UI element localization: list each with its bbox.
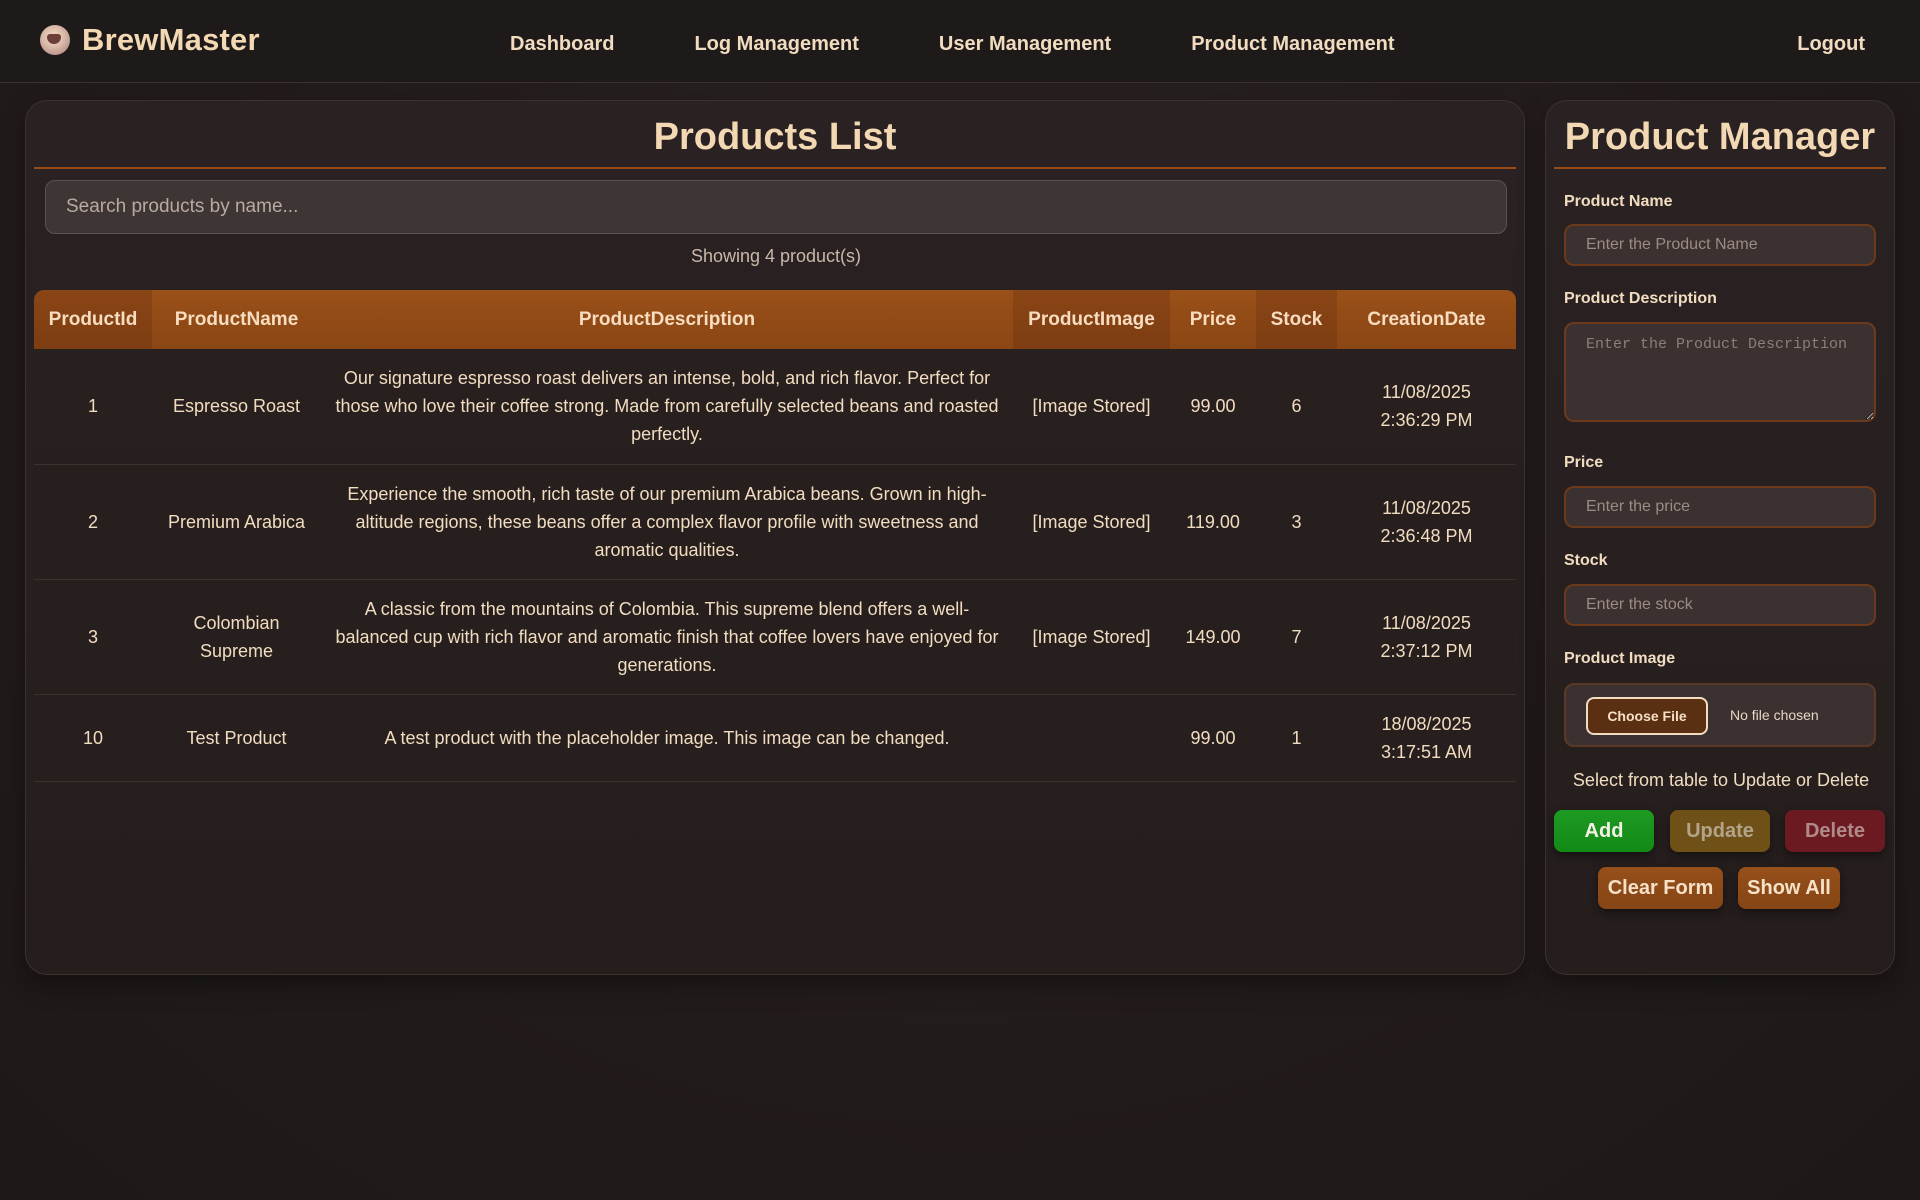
products-list-panel: Products List Showing 4 product(s) Produ… [25, 100, 1525, 975]
table-row[interactable]: 3 Colombian Supreme A classic from the m… [34, 579, 1516, 695]
nav-links: Dashboard Log Management User Management… [510, 33, 1395, 56]
cell-name: Colombian Supreme [152, 579, 321, 695]
coffee-cup-icon [40, 25, 70, 55]
cell-name: Test Product [152, 694, 321, 782]
cell-creation-date: 11/08/2025 2:36:48 PM [1337, 464, 1516, 580]
product-image-label: Product Image [1564, 650, 1676, 667]
cell-description: Our signature espresso roast delivers an… [321, 349, 1013, 465]
brand[interactable]: BrewMaster [40, 22, 260, 58]
show-all-button[interactable]: Show All [1738, 867, 1840, 909]
cell-time: 3:17:51 AM [1380, 741, 1473, 762]
cell-date: 11/08/2025 [1382, 612, 1471, 633]
cell-image [1013, 694, 1170, 782]
col-header-price[interactable]: Price [1170, 290, 1256, 349]
cell-creation-date: 18/08/2025 3:17:51 AM [1337, 694, 1516, 782]
col-header-creationdate[interactable]: CreationDate [1337, 290, 1516, 349]
cell-stock: 6 [1256, 349, 1337, 465]
cell-price: 149.00 [1170, 579, 1256, 695]
price-input[interactable] [1564, 486, 1876, 528]
cell-date: 11/08/2025 [1382, 497, 1471, 518]
table-row[interactable]: 10 Test Product A test product with the … [34, 694, 1516, 782]
logout-link[interactable]: Logout [1797, 33, 1865, 56]
cell-description: A test product with the placeholder imag… [321, 694, 1013, 782]
top-navbar: BrewMaster Dashboard Log Management User… [0, 0, 1920, 83]
nav-user-management[interactable]: User Management [939, 33, 1111, 56]
cell-date: 11/08/2025 [1382, 382, 1471, 403]
cell-image: [Image Stored] [1013, 464, 1170, 580]
stock-input[interactable] [1564, 584, 1876, 626]
cell-stock: 7 [1256, 579, 1337, 695]
table-row[interactable]: 1 Espresso Roast Our signature espresso … [34, 349, 1516, 465]
cell-image: [Image Stored] [1013, 349, 1170, 465]
cell-id: 10 [34, 694, 152, 782]
showing-count: Showing 4 product(s) [690, 246, 862, 266]
cell-image: [Image Stored] [1013, 579, 1170, 695]
update-button[interactable]: Update [1670, 810, 1770, 852]
cell-stock: 1 [1256, 694, 1337, 782]
cell-stock: 3 [1256, 464, 1337, 580]
cell-creation-date: 11/08/2025 2:37:12 PM [1337, 579, 1516, 695]
selection-hint: Select from table to Update or Delete [1572, 770, 1870, 790]
cell-description: Experience the smooth, rich taste of our… [321, 464, 1013, 580]
table-row[interactable]: 2 Premium Arabica Experience the smooth,… [34, 464, 1516, 580]
cell-price: 119.00 [1170, 464, 1256, 580]
cell-price: 99.00 [1170, 694, 1256, 782]
cell-id: 1 [34, 349, 152, 465]
cell-creation-date: 11/08/2025 2:36:29 PM [1337, 349, 1516, 465]
table-header-row: ProductId ProductName ProductDescription… [34, 290, 1516, 349]
product-manager-panel: Product Manager Product Name Product Des… [1545, 100, 1895, 975]
product-name-label: Product Name [1564, 193, 1673, 210]
cell-time: 2:36:48 PM [1380, 525, 1473, 546]
products-table: ProductId ProductName ProductDescription… [34, 290, 1516, 782]
products-list-title: Products List [34, 115, 1516, 169]
cell-name: Premium Arabica [152, 464, 321, 580]
nav-product-management[interactable]: Product Management [1191, 33, 1394, 56]
product-description-label: Product Description [1564, 290, 1717, 307]
cell-price: 99.00 [1170, 349, 1256, 465]
product-image-file-input: Choose File No file chosen [1564, 683, 1876, 747]
col-header-productid[interactable]: ProductId [34, 290, 152, 349]
stock-label: Stock [1564, 552, 1608, 569]
product-description-input[interactable] [1564, 322, 1876, 422]
product-search-input[interactable] [45, 180, 1507, 234]
cell-id: 3 [34, 579, 152, 695]
cell-time: 2:36:29 PM [1380, 410, 1473, 431]
clear-form-button[interactable]: Clear Form [1598, 867, 1723, 909]
product-name-input[interactable] [1564, 224, 1876, 266]
col-header-productname[interactable]: ProductName [152, 290, 321, 349]
col-header-productimage[interactable]: ProductImage [1013, 290, 1170, 349]
price-label: Price [1564, 454, 1604, 471]
cell-id: 2 [34, 464, 152, 580]
nav-dashboard[interactable]: Dashboard [510, 33, 614, 56]
cell-date: 18/08/2025 [1381, 713, 1472, 734]
col-header-productdescription[interactable]: ProductDescription [321, 290, 1013, 349]
col-header-stock[interactable]: Stock [1256, 290, 1337, 349]
add-button[interactable]: Add [1554, 810, 1654, 852]
choose-file-button[interactable]: Choose File [1586, 697, 1708, 735]
brand-name: BrewMaster [82, 22, 260, 57]
cell-name: Espresso Roast [152, 349, 321, 465]
file-status: No file chosen [1730, 707, 1819, 723]
product-manager-title: Product Manager [1554, 115, 1886, 169]
cell-description: A classic from the mountains of Colombia… [321, 579, 1013, 695]
delete-button[interactable]: Delete [1785, 810, 1885, 852]
nav-log-management[interactable]: Log Management [694, 33, 858, 56]
cell-time: 2:37:12 PM [1380, 640, 1473, 661]
